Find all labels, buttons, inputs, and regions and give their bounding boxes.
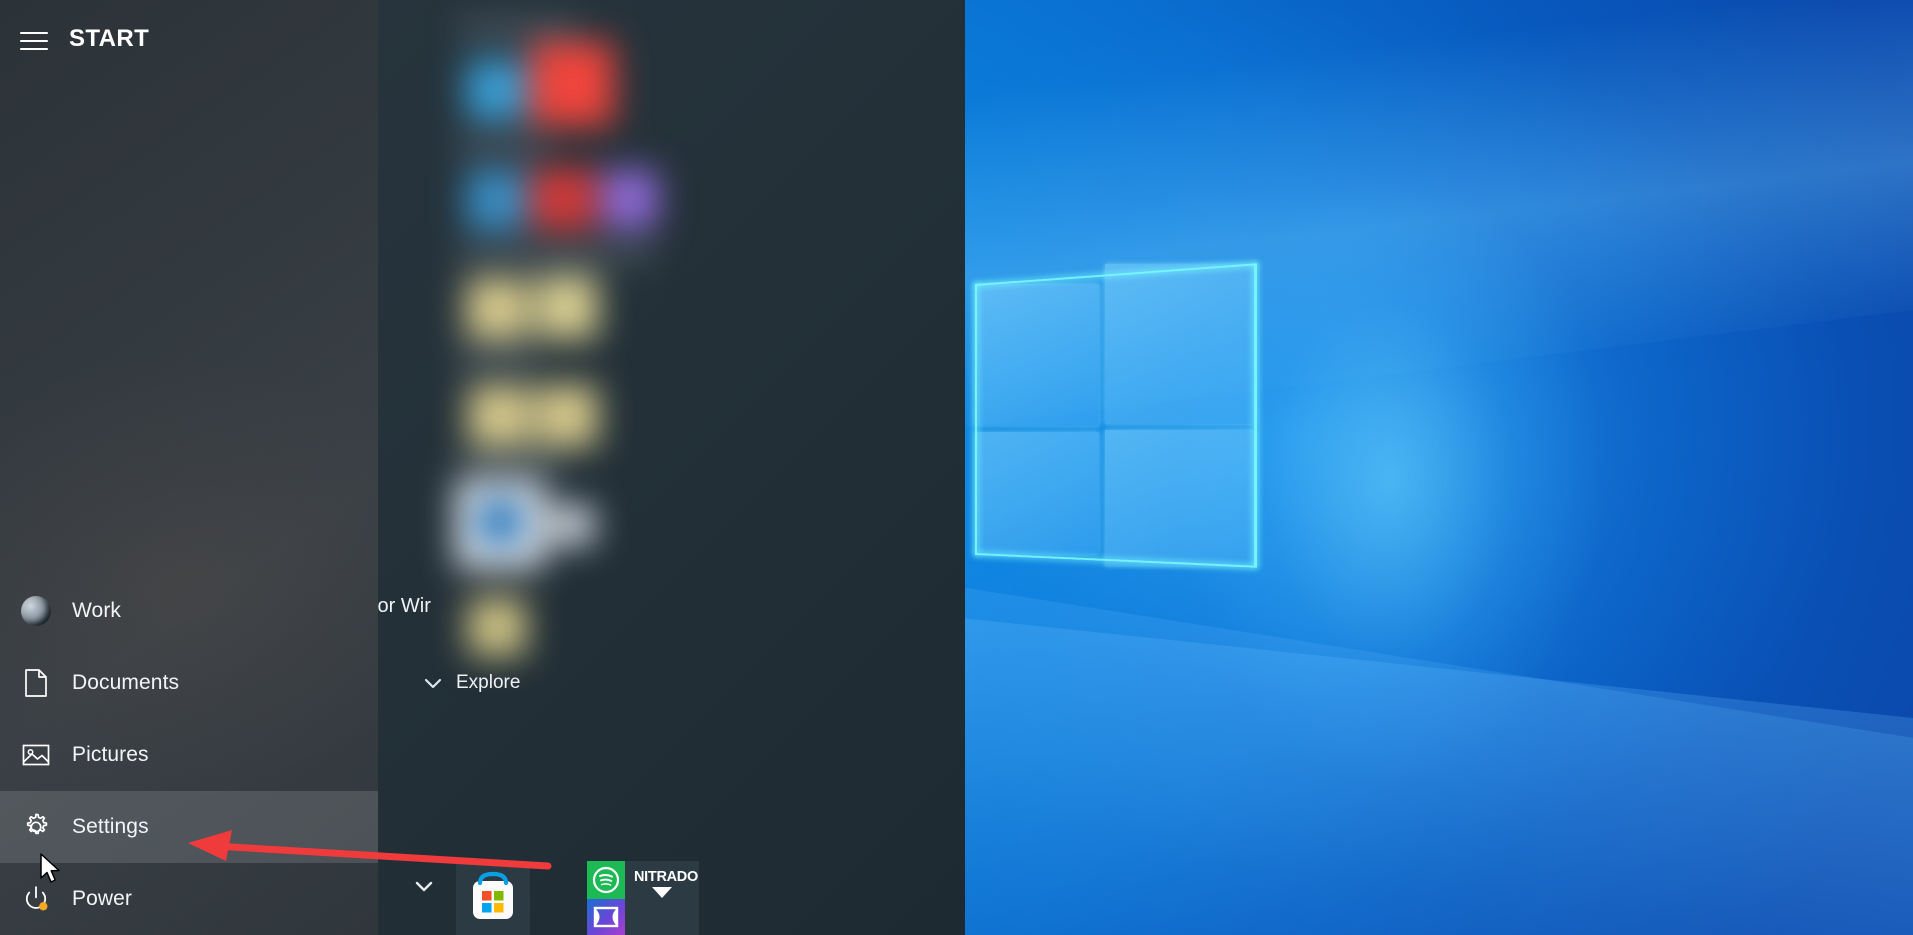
tile-group-header	[458, 352, 538, 367]
tile-group-header	[458, 245, 654, 260]
start-tile[interactable]	[602, 170, 658, 228]
chevron-down-icon[interactable]	[415, 881, 433, 892]
start-tile[interactable]	[536, 385, 598, 447]
hamburger-menu-icon[interactable]	[16, 26, 52, 56]
start-tiles-region[interactable]: NITRADO for Wir Explore	[378, 0, 965, 935]
windows-logo-icon	[975, 262, 1257, 568]
start-tiles-blurred-content	[378, 0, 965, 935]
start-tile[interactable]	[530, 168, 596, 230]
start-tile[interactable]	[466, 278, 528, 340]
page-title: START	[69, 25, 150, 52]
document-icon	[14, 661, 58, 705]
user-avatar-icon	[14, 589, 58, 633]
sidebar-item-settings[interactable]: Settings	[0, 791, 378, 863]
start-tile[interactable]	[478, 500, 522, 544]
start-tile[interactable]	[468, 385, 530, 447]
group-collapse-chevron-icon[interactable]	[414, 672, 454, 694]
wallpaper-glow	[1180, 180, 1600, 780]
start-tile[interactable]	[466, 60, 526, 120]
tile-group-header	[458, 455, 562, 470]
sidebar-item-work[interactable]: Work	[0, 575, 378, 647]
sidebar-item-documents[interactable]: Documents	[0, 647, 378, 719]
start-tile[interactable]	[536, 275, 598, 339]
tile-group-header	[458, 138, 550, 153]
start-tile[interactable]	[530, 42, 614, 126]
sidebar-item-pictures[interactable]: Pictures	[0, 719, 378, 791]
screen: NITRADO for Wir Explore START	[0, 0, 1913, 935]
tile-group-header	[458, 22, 578, 37]
start-menu-panel: NITRADO for Wir Explore START	[0, 0, 965, 935]
sidebar-item-power[interactable]: Power	[0, 863, 378, 935]
sidebar-item-label-work: Work	[72, 599, 122, 622]
update-pending-dot	[39, 902, 48, 911]
picture-icon	[14, 733, 58, 777]
svg-text:NITRADO: NITRADO	[634, 869, 698, 885]
sidebar-item-label-power: Power	[72, 887, 133, 910]
sidebar-item-label-documents: Documents	[72, 671, 180, 694]
sidebar-item-label-pictures: Pictures	[72, 743, 149, 766]
start-tile[interactable]	[550, 505, 594, 545]
start-tiles-sharp-strip: NITRADO	[378, 815, 965, 935]
tile-spotify[interactable]	[587, 861, 625, 899]
start-tile[interactable]	[468, 598, 526, 656]
start-left-rail: START Work Documents Pictures Settings P…	[0, 0, 378, 935]
tile-microsoft-store[interactable]	[456, 861, 530, 935]
gear-icon	[14, 805, 58, 849]
sidebar-item-label-settings: Settings	[72, 815, 149, 838]
tiles-group-label-explore: Explore	[456, 672, 521, 693]
avatar	[21, 596, 51, 626]
tile-dolby-access[interactable]	[587, 899, 625, 935]
rail-item-list: Work Documents Pictures Settings Power	[0, 575, 378, 935]
start-tile[interactable]	[466, 170, 526, 230]
power-icon	[14, 877, 58, 921]
tiles-partial-text: for Wir	[378, 595, 431, 617]
tile-nitrado[interactable]: NITRADO	[625, 861, 699, 935]
